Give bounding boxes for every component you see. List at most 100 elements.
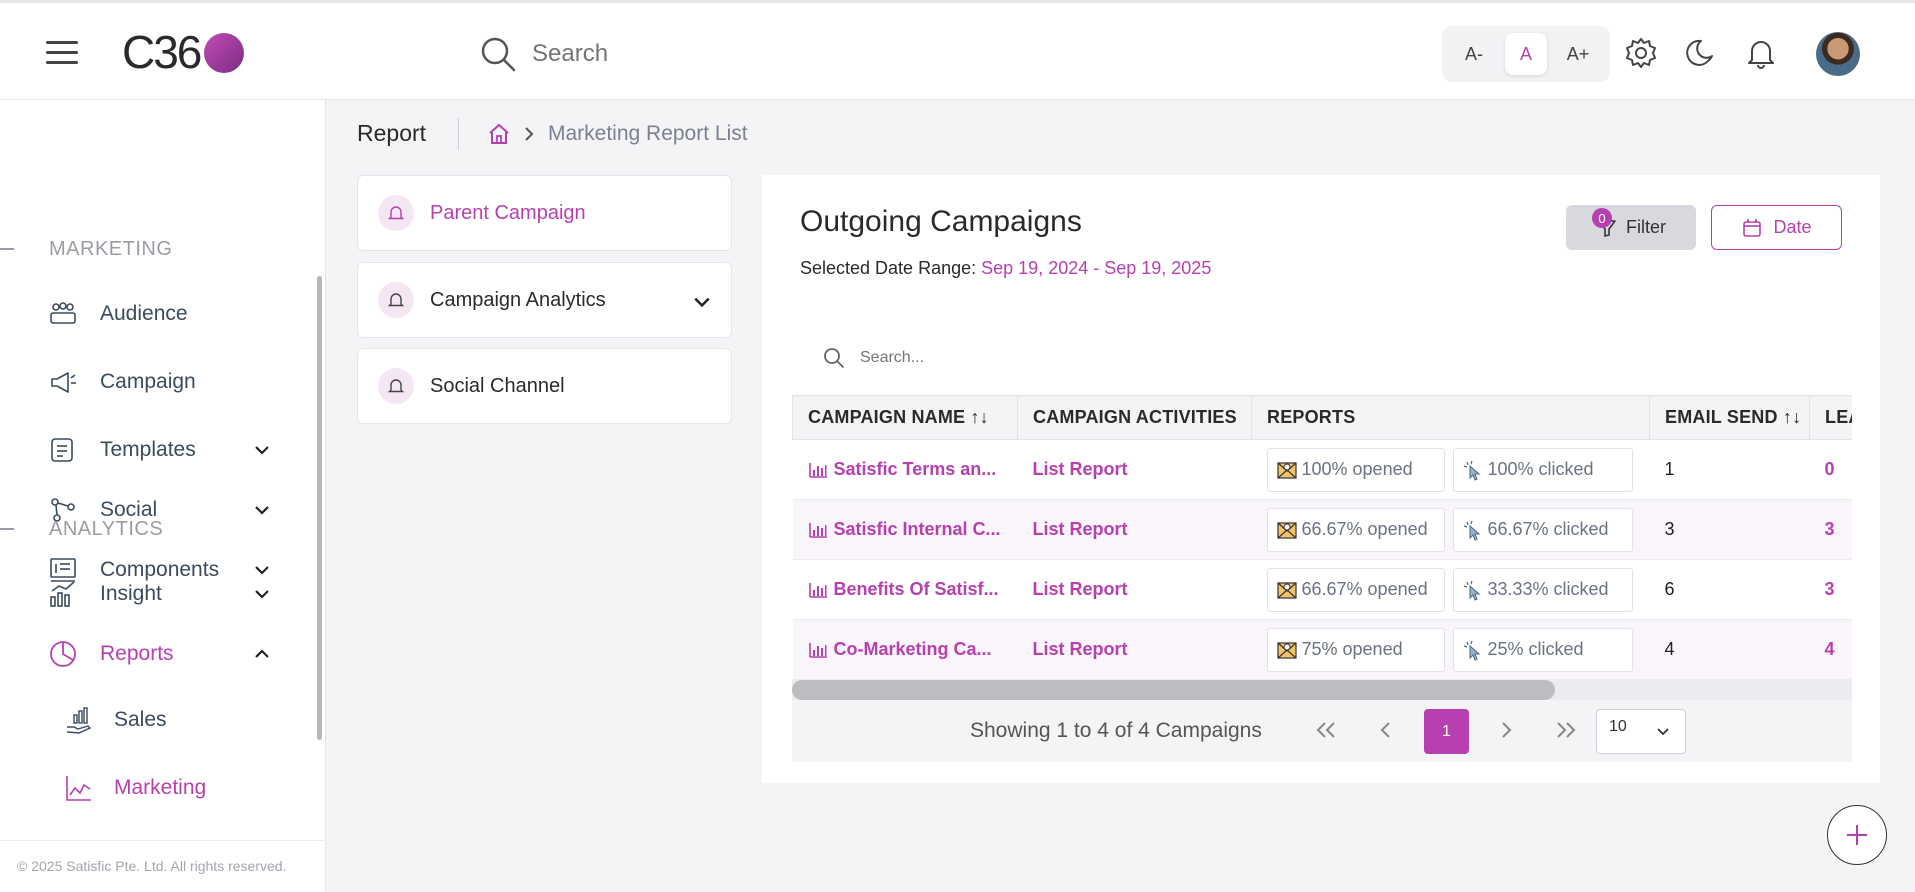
bell-icon	[378, 195, 414, 231]
table-row: Satisfic Terms an... List Report 100% open…	[792, 439, 1852, 500]
table-header-row: CAMPAIGN NAME ↑↓ CAMPAIGN ACTIVITIES REP…	[792, 395, 1852, 440]
page-title: Report	[357, 120, 427, 146]
megaphone-icon	[48, 367, 78, 397]
opened-rate-chip: 100% opened	[1266, 447, 1445, 492]
sidebar-item-campaign[interactable]: Campaign	[48, 362, 288, 402]
breadcrumb-divider	[458, 118, 459, 150]
clicked-rate-chip: 100% clicked	[1452, 447, 1633, 492]
sidebar-section-analytics-label: ANALYTICS	[0, 514, 163, 544]
cursor-click-icon	[1463, 580, 1480, 601]
cell-email-send: 1	[1649, 439, 1810, 500]
list-report-link[interactable]: List Report	[1033, 459, 1128, 479]
sidebar-item-reports[interactable]: Reports	[48, 634, 288, 674]
first-page-icon[interactable]	[1308, 712, 1344, 748]
table-horizontal-scrollbar[interactable]	[792, 680, 1852, 700]
cell-reports: 75% opened 25% clicked	[1251, 619, 1650, 680]
campaign-name-link[interactable]: Satisfic Terms an...	[808, 459, 1003, 480]
home-icon[interactable]	[487, 122, 511, 146]
sidebar-section-marketing: MARKETING	[0, 234, 172, 264]
last-page-icon[interactable]	[1548, 712, 1584, 748]
breadcrumb-current: Marketing Report List	[548, 122, 748, 145]
email-opened-icon	[1276, 641, 1297, 659]
bar-chart-icon	[808, 522, 827, 538]
notifications-bell-icon[interactable]	[1744, 36, 1778, 70]
list-report-link[interactable]: List Report	[1033, 639, 1128, 659]
opened-rate-chip: 75% opened	[1266, 627, 1445, 672]
campaigns-table: CAMPAIGN NAME ↑↓ CAMPAIGN ACTIVITIES REP…	[792, 395, 1852, 680]
sidebar-item-marketing[interactable]: Marketing	[64, 768, 284, 808]
cell-campaign-name: Co-Marketing Ca...	[792, 619, 1018, 680]
logo-text: C36	[122, 26, 202, 78]
cell-campaign-name: Satisfic Internal C...	[792, 499, 1018, 560]
campaign-name-link[interactable]: Benefits Of Satisf...	[808, 579, 1003, 600]
next-page-icon[interactable]	[1488, 712, 1524, 748]
list-report-link[interactable]: List Report	[1033, 579, 1128, 599]
campaigns-table-wrapper: CAMPAIGN NAME ↑↓ CAMPAIGN ACTIVITIES REP…	[792, 395, 1852, 701]
cell-leads: 0	[1809, 439, 1852, 500]
logo-globe-icon	[204, 33, 244, 73]
font-normal-button[interactable]: A	[1505, 33, 1547, 75]
cell-reports: 66.67% opened 66.67% clicked	[1251, 499, 1650, 560]
reports-pie-icon	[48, 639, 78, 669]
email-opened-icon	[1276, 521, 1297, 539]
filter-button[interactable]: 0 Filter	[1566, 205, 1696, 250]
user-avatar[interactable]	[1816, 32, 1860, 76]
email-opened-icon	[1276, 581, 1297, 599]
templates-icon	[48, 435, 78, 465]
font-increase-button[interactable]: A+	[1557, 33, 1599, 75]
insight-chart-icon	[48, 579, 78, 609]
scrollbar-thumb[interactable]	[792, 680, 1555, 700]
dark-mode-moon-icon[interactable]	[1684, 36, 1718, 70]
settings-gear-icon[interactable]	[1624, 36, 1658, 70]
page-size-select[interactable]: 10	[1596, 709, 1686, 754]
add-floating-button[interactable]	[1827, 805, 1887, 865]
sidebar-item-insight[interactable]: Insight	[48, 574, 288, 614]
campaign-name-link[interactable]: Co-Marketing Ca...	[808, 639, 1003, 660]
bell-icon	[378, 368, 414, 404]
chevron-right-icon	[525, 127, 534, 141]
top-header: C36 A- A A+	[0, 0, 1915, 100]
copyright-text: © 2025 Satisfic Pte. Ltd. All rights res…	[17, 858, 287, 874]
search-icon	[481, 37, 516, 72]
previous-page-icon[interactable]	[1368, 712, 1404, 748]
plus-icon	[1847, 825, 1867, 845]
nav-card-parent-campaign[interactable]: Parent Campaign	[357, 175, 732, 251]
bar-chart-icon	[808, 642, 827, 658]
cell-campaign-activities: List Report	[1017, 439, 1252, 500]
campaign-name-link[interactable]: Satisfic Internal C...	[808, 519, 1003, 540]
leads-link[interactable]: 3	[1825, 579, 1835, 599]
table-search-input[interactable]	[860, 349, 1200, 367]
leads-link[interactable]: 3	[1825, 519, 1835, 539]
cell-email-send: 3	[1649, 499, 1810, 560]
sidebar-scrollbar[interactable]	[317, 276, 322, 740]
clicked-rate-chip: 66.67% clicked	[1452, 507, 1633, 552]
sidebar-item-templates[interactable]: Templates	[48, 430, 288, 470]
leads-link[interactable]: 4	[1825, 639, 1835, 659]
opened-rate-chip: 66.67% opened	[1266, 507, 1445, 552]
selected-date-range: Selected Date Range: Sep 19, 2024 - Sep …	[800, 258, 1212, 278]
nav-card-social-channel[interactable]: Social Channel	[357, 348, 732, 424]
clicked-rate-chip: 33.33% clicked	[1452, 567, 1633, 612]
sidebar-item-audience[interactable]: Audience	[48, 294, 288, 334]
filter-count-badge: 0	[1592, 208, 1612, 228]
list-report-link[interactable]: List Report	[1033, 519, 1128, 539]
sidebar-item-sales[interactable]: Sales	[64, 700, 284, 740]
column-header-leads: LEA	[1809, 395, 1852, 440]
table-row: Satisfic Internal C... List Report 66.67% …	[792, 499, 1852, 560]
global-search-input[interactable]	[532, 40, 872, 68]
cell-email-send: 6	[1649, 559, 1810, 620]
email-opened-icon	[1276, 461, 1297, 479]
cell-campaign-name: Satisfic Terms an...	[792, 439, 1018, 500]
cell-campaign-activities: List Report	[1017, 559, 1252, 620]
sidebar-divider	[0, 840, 326, 841]
cell-leads: 4	[1809, 619, 1852, 680]
font-decrease-button[interactable]: A-	[1453, 33, 1495, 75]
nav-card-campaign-analytics[interactable]: Campaign Analytics	[357, 262, 732, 338]
page-number-button[interactable]: 1	[1424, 709, 1469, 754]
menu-toggle-icon[interactable]	[46, 41, 78, 64]
column-header-campaign-name[interactable]: CAMPAIGN NAME ↑↓	[792, 395, 1018, 440]
chevron-down-icon	[255, 506, 269, 515]
leads-link[interactable]: 0	[1825, 459, 1835, 479]
date-picker-button[interactable]: Date	[1711, 205, 1842, 250]
column-header-email-send[interactable]: EMAIL SEND ↑↓	[1649, 395, 1810, 440]
